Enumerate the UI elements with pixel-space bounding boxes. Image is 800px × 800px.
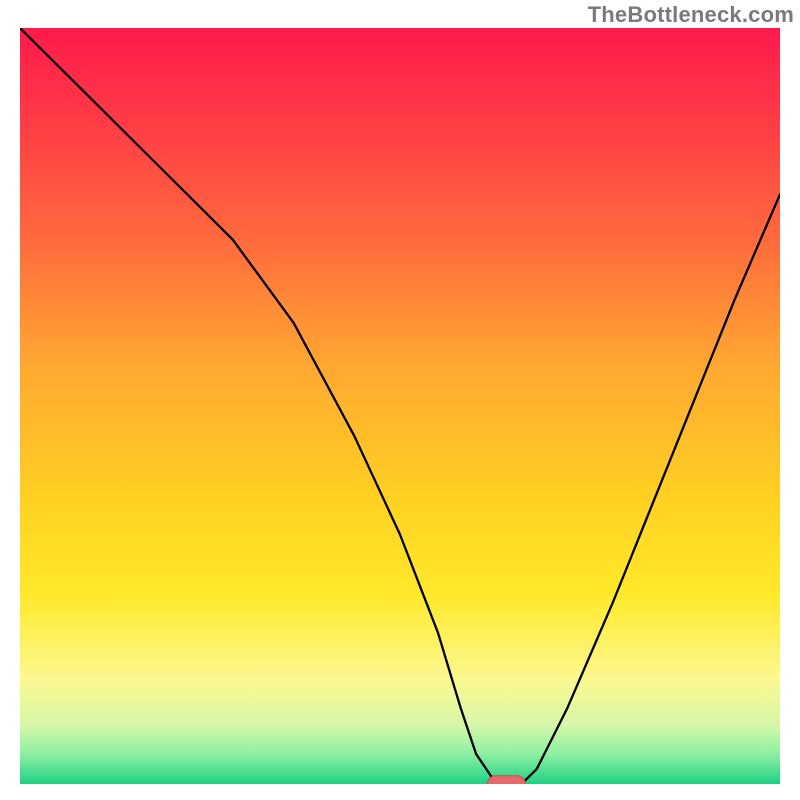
watermark-text: TheBottleneck.com (588, 2, 794, 28)
optimal-marker (487, 776, 525, 784)
bottleneck-chart (20, 28, 780, 784)
plot-area (20, 28, 780, 784)
chart-container: TheBottleneck.com (0, 0, 800, 800)
